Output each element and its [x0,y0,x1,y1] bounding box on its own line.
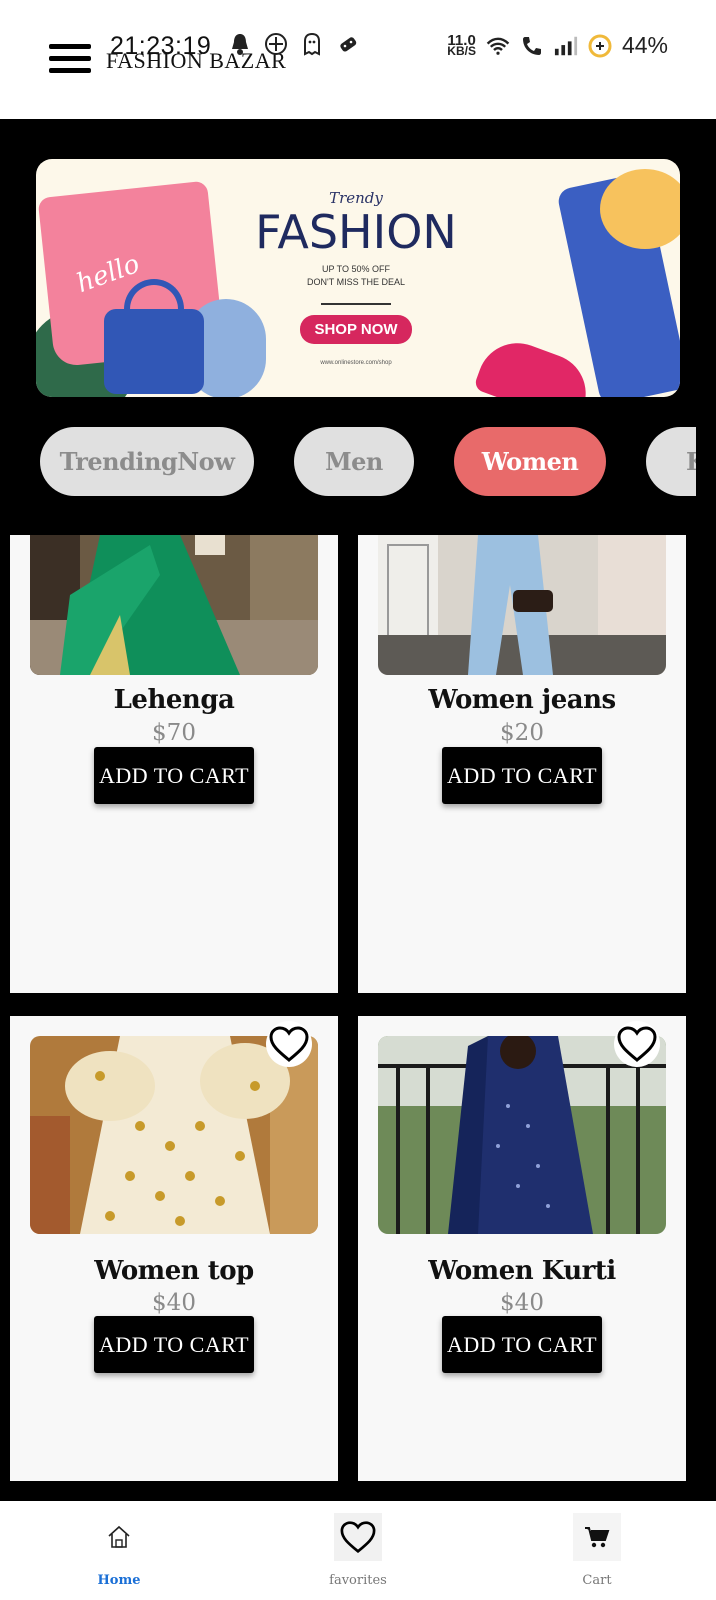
status-icons-left [228,32,360,56]
status-time: 21:23:19 [110,32,212,60]
favorite-heart-icon[interactable] [266,1021,312,1067]
product-card[interactable]: Women jeans $20 ADD TO CART [358,535,686,993]
signal-icon [554,34,578,58]
product-image [378,1036,666,1234]
app-screen: FASHION BAZAR 21:23:19 11.0 KB/S 44% hel… [0,0,716,1600]
shop-now-button[interactable]: SHOP NOW [300,315,412,344]
status-icons-right: 11.0 KB/S 44% [447,32,668,59]
hamburger-menu-icon[interactable] [49,44,91,74]
nav-label-home: Home [97,1573,141,1588]
nav-item-cart[interactable]: Cart [537,1513,657,1588]
product-name: Women Kurti [428,1256,616,1286]
call-icon [520,34,544,58]
handbag-illustration [104,309,204,394]
wifi-icon [486,34,510,58]
product-grid: Lehenga $70 ADD TO CART Women jeans $20 … [0,535,716,1500]
product-card[interactable]: Lehenga $70 ADD TO CART [10,535,338,993]
favorite-heart-icon[interactable] [614,1021,660,1067]
product-card[interactable]: Women top $40 ADD TO CART [10,1016,338,1481]
home-icon [95,1513,143,1561]
banner-subtitle-line2: DON'T MISS THE DEAL [307,277,405,287]
add-to-cart-button[interactable]: ADD TO CART [94,1316,254,1373]
nav-label-cart: Cart [582,1573,612,1588]
banner-divider [321,303,391,305]
add-to-cart-button[interactable]: ADD TO CART [94,747,254,804]
tab-kids[interactable]: K [646,427,696,496]
notification-icon [228,32,252,56]
product-name: Women jeans [428,685,616,715]
vpn-icon [264,32,288,56]
tab-men[interactable]: Men [294,427,414,496]
add-to-cart-button[interactable]: ADD TO CART [442,747,602,804]
battery-percent: 44% [621,32,668,58]
product-name: Women top [94,1256,254,1286]
product-price: $70 [152,720,196,746]
banner-text-block: Trendy FASHION UP TO 50% OFF DON'T MISS … [216,189,496,366]
nav-item-home[interactable]: Home [59,1513,179,1588]
category-tabs: TrendingNow Men Women K [0,427,696,497]
product-card[interactable]: Women Kurti $40 ADD TO CART [358,1016,686,1481]
product-image [30,535,318,675]
heart-icon [334,1513,382,1561]
cart-icon [573,1513,621,1561]
product-image [30,1036,318,1234]
banner-subtitle-line1: UP TO 50% OFF [321,264,391,274]
promo-banner[interactable]: hello Trendy FASHION UP TO 50% OFF DON'T… [36,159,680,397]
product-price: $40 [152,1290,196,1316]
product-price: $20 [500,720,544,746]
net-speed-unit: KB/S [447,43,476,58]
ghost-icon [300,32,324,56]
hat-illustration [600,169,680,249]
bottom-navigation: Home favorites Cart [0,1501,716,1600]
battery-icon [588,34,612,58]
banner-title: FASHION [255,205,457,259]
tab-trending-now[interactable]: TrendingNow [40,427,254,496]
add-to-cart-button[interactable]: ADD TO CART [442,1316,602,1373]
product-image [378,535,666,675]
product-name: Lehenga [113,685,235,715]
game-icon [336,32,360,56]
banner-subtitle: UP TO 50% OFF DON'T MISS THE DEAL [216,263,496,289]
net-speed: 11.0 KB/S [447,33,476,58]
banner-url: www.onlinestore.com/shop [320,360,392,366]
tab-women[interactable]: Women [454,427,606,496]
top-app-bar: FASHION BAZAR 21:23:19 11.0 KB/S 44% [0,0,716,119]
product-price: $40 [500,1290,544,1316]
nav-label-favorites: favorites [329,1573,387,1588]
nav-item-favorites[interactable]: favorites [298,1513,418,1588]
